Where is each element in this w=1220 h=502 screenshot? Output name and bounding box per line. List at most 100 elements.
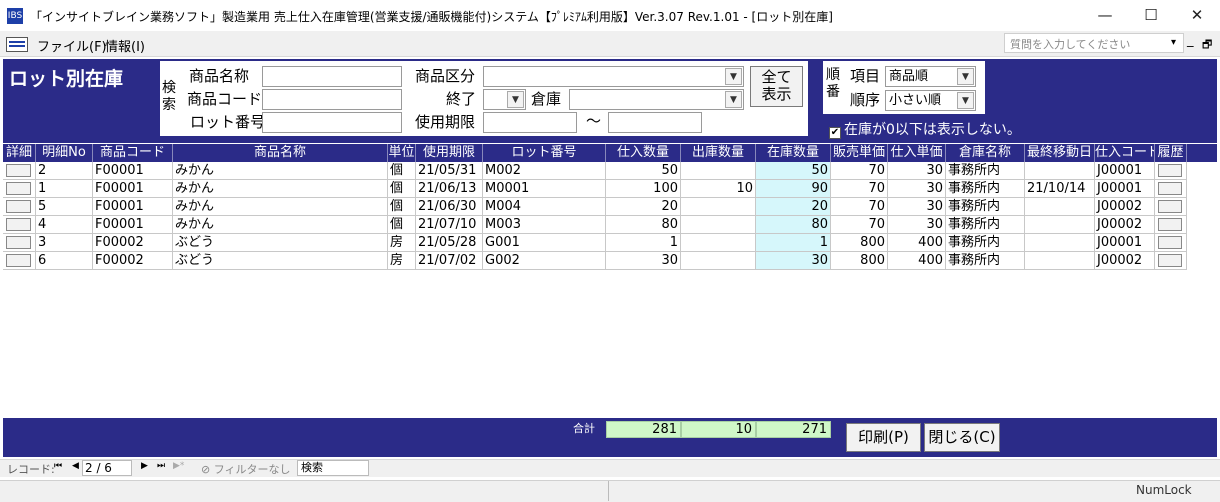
product-name-cell[interactable]: みかん [173,198,388,216]
out-qty-cell[interactable] [681,234,756,252]
cost-price-cell[interactable]: 400 [888,252,946,270]
help-dropdown-icon[interactable]: ▾ [1171,37,1176,48]
filter-status[interactable]: ⊘ フィルターなし [201,461,291,477]
last-move-date-cell[interactable] [1025,252,1095,270]
expiry-cell[interactable]: 21/07/02 [416,252,483,270]
help-search-input[interactable]: 質問を入力してください [1004,33,1184,53]
detail-button[interactable] [6,164,31,177]
product-name-cell[interactable]: ぶどう [173,234,388,252]
product-code-cell[interactable]: F00001 [93,180,173,198]
sale-price-cell[interactable]: 800 [831,252,888,270]
out-qty-cell[interactable]: 10 [681,180,756,198]
expiry-cell[interactable]: 21/05/31 [416,162,483,180]
table-row[interactable]: 2 F00001 みかん個 21/05/31 M002 50 50 70 30 事務所内 J0000… [3,162,1187,180]
out-qty-cell[interactable] [681,252,756,270]
line-no-cell[interactable]: 1 [36,180,93,198]
product-name-input[interactable] [262,66,402,87]
warehouse-cell[interactable]: 事務所内 [946,198,1025,216]
expiry-to-input[interactable] [608,112,702,133]
last-move-date-cell[interactable] [1025,198,1095,216]
cost-price-cell[interactable]: 30 [888,180,946,198]
last-move-date-cell[interactable] [1025,162,1095,180]
cost-price-cell[interactable]: 30 [888,198,946,216]
in-qty-cell[interactable]: 30 [606,252,681,270]
record-search-input[interactable]: 検索 [297,460,369,476]
table-row[interactable]: 3 F00002 ぶどう房 21/05/28 G001 1 1 800 400 事務所内 J0000… [3,234,1187,252]
detail-button[interactable] [6,182,31,195]
unit-cell[interactable]: 個 [388,162,416,180]
expiry-from-input[interactable] [483,112,577,133]
sale-price-cell[interactable]: 70 [831,180,888,198]
lot-number-cell[interactable]: M002 [483,162,606,180]
expiry-cell[interactable]: 21/06/13 [416,180,483,198]
product-name-cell[interactable]: みかん [173,216,388,234]
menu-info[interactable]: 情報(I) [105,36,145,55]
stock-qty-cell[interactable]: 1 [756,234,831,252]
history-button[interactable] [1158,200,1182,213]
cost-price-cell[interactable]: 400 [888,234,946,252]
product-name-cell[interactable]: みかん [173,180,388,198]
unit-cell[interactable]: 房 [388,234,416,252]
product-code-input[interactable] [262,89,402,110]
in-qty-cell[interactable]: 50 [606,162,681,180]
detail-button[interactable] [6,254,31,267]
sort-order-dropdown-icon[interactable]: ▼ [957,92,974,109]
show-all-button[interactable]: 全て 表示 [750,66,803,107]
supplier-code-cell[interactable]: J00001 [1095,234,1155,252]
line-no-cell[interactable]: 6 [36,252,93,270]
table-row[interactable]: 6 F00002 ぶどう房 21/07/02 G002 30 30 800 400 事務所内 J00… [3,252,1187,270]
product-code-cell[interactable]: F00001 [93,162,173,180]
history-button[interactable] [1158,218,1182,231]
warehouse-cell[interactable]: 事務所内 [946,162,1025,180]
supplier-code-cell[interactable]: J00002 [1095,252,1155,270]
category-dropdown-icon[interactable]: ▼ [725,68,742,85]
detail-button[interactable] [6,200,31,213]
stock-qty-cell[interactable]: 20 [756,198,831,216]
unit-cell[interactable]: 房 [388,252,416,270]
line-no-cell[interactable]: 3 [36,234,93,252]
sort-item-dropdown-icon[interactable]: ▼ [957,68,974,85]
out-qty-cell[interactable] [681,198,756,216]
close-window-button[interactable]: ✕ [1174,0,1220,31]
supplier-code-cell[interactable]: J00002 [1095,216,1155,234]
detail-button[interactable] [6,236,31,249]
minimize-button[interactable]: — [1082,0,1128,31]
product-category-select[interactable] [483,66,744,87]
last-move-date-cell[interactable]: 21/10/14 [1025,180,1095,198]
table-row[interactable]: 4 F00001 みかん個 21/07/10 M003 80 80 70 30 事務所内 J0000… [3,216,1187,234]
product-code-cell[interactable]: F00001 [93,198,173,216]
product-code-cell[interactable]: F00002 [93,234,173,252]
first-record-button[interactable]: ⏮ [54,461,62,471]
table-row[interactable]: 1 F00001 みかん個 21/06/13 M0001 100 10 90 70 30 事務所内 2… [3,180,1187,198]
out-qty-cell[interactable] [681,216,756,234]
warehouse-select[interactable] [569,89,744,110]
warehouse-cell[interactable]: 事務所内 [946,180,1025,198]
previous-record-button[interactable]: ◀ [72,461,79,471]
cost-price-cell[interactable]: 30 [888,216,946,234]
last-record-button[interactable]: ⏭ [157,461,165,471]
in-qty-cell[interactable]: 80 [606,216,681,234]
sale-price-cell[interactable]: 70 [831,162,888,180]
close-form-button[interactable]: 閉じる(C) [924,423,1000,452]
supplier-code-cell[interactable]: J00001 [1095,162,1155,180]
lot-number-cell[interactable]: G001 [483,234,606,252]
sale-price-cell[interactable]: 70 [831,198,888,216]
stock-qty-cell[interactable]: 50 [756,162,831,180]
expiry-cell[interactable]: 21/07/10 [416,216,483,234]
detail-button[interactable] [6,218,31,231]
record-position-input[interactable]: 2 / 6 [82,460,132,476]
supplier-code-cell[interactable]: J00002 [1095,198,1155,216]
in-qty-cell[interactable]: 100 [606,180,681,198]
next-record-button[interactable]: ▶ [141,461,148,471]
stock-qty-cell[interactable]: 30 [756,252,831,270]
end-dropdown-icon[interactable]: ▼ [507,91,524,108]
warehouse-dropdown-icon[interactable]: ▼ [725,91,742,108]
lot-number-cell[interactable]: M0001 [483,180,606,198]
history-button[interactable] [1158,254,1182,267]
in-qty-cell[interactable]: 20 [606,198,681,216]
lot-number-input[interactable] [262,112,402,133]
mdi-minimize-button[interactable]: _ [1187,33,1194,48]
expiry-cell[interactable]: 21/06/30 [416,198,483,216]
product-name-cell[interactable]: ぶどう [173,252,388,270]
last-move-date-cell[interactable] [1025,216,1095,234]
